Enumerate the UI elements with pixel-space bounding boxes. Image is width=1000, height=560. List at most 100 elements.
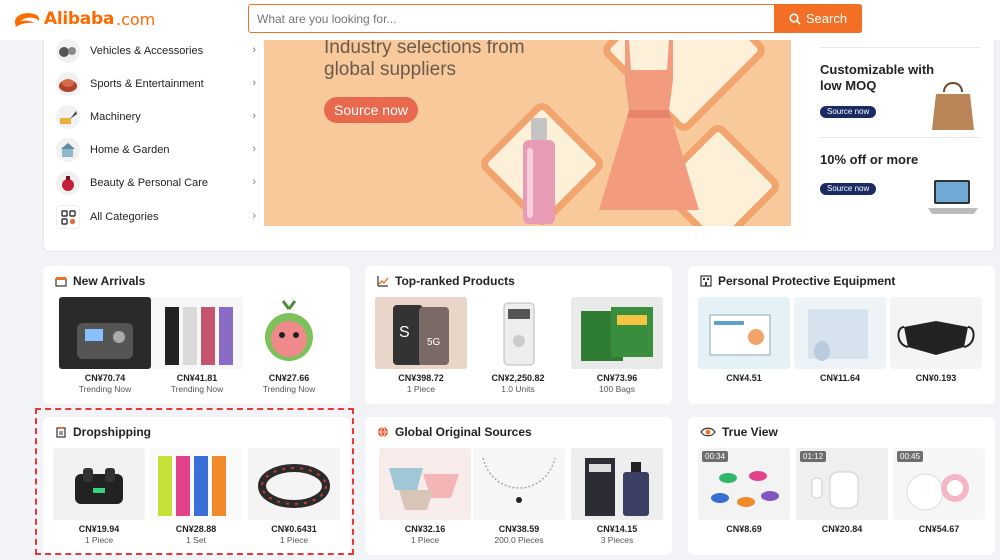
product-item[interactable]: CN¥11.64 [794, 297, 886, 383]
promo-source-now-button[interactable]: Source now [820, 106, 877, 118]
trending-chart-icon [377, 276, 389, 287]
smartphone-image: S 5G [375, 297, 467, 369]
logo-domain: .com [116, 9, 156, 29]
card-title[interactable]: True View [700, 425, 778, 439]
product-subtext: 200.0 Pieces [494, 535, 544, 545]
product-price: CN¥54.67 [918, 524, 960, 534]
product-item[interactable]: S 5G CN¥398.72 1 Piece [375, 297, 467, 394]
car-icon [56, 39, 80, 63]
card-ppe: Personal Protective Equipment CN¥4.51 CN… [688, 266, 995, 404]
card-title[interactable]: Top-ranked Products [377, 274, 515, 288]
category-label: All Categories [90, 211, 159, 223]
product-price: CN¥4.51 [726, 373, 762, 383]
black-mask-image [890, 297, 982, 369]
video-duration-badge: 00:34 [702, 451, 729, 462]
category-label: Machinery [90, 111, 141, 123]
promo-title: 10% off or more [820, 152, 919, 167]
hero-panel: Vehicles & Accessories › Sports & Entert… [43, 38, 995, 252]
banner-source-now-button[interactable]: Source now [324, 97, 418, 123]
promo-customizable[interactable]: Customizable with low MOQ Source now [820, 47, 980, 131]
globe-icon [378, 426, 388, 438]
product-price: CN¥41.81 [176, 373, 218, 383]
product-price: CN¥38.59 [498, 524, 540, 534]
category-item-vehicles[interactable]: Vehicles & Accessories › [56, 38, 256, 64]
cologne-bottle-image [571, 448, 663, 520]
svg-text:S: S [399, 324, 410, 341]
product-item[interactable]: CN¥27.66 Trending Now [243, 297, 335, 394]
search-input[interactable] [249, 5, 775, 32]
video-duration-badge: 01:12 [800, 451, 827, 462]
product-item[interactable]: 01:12 CN¥20.84 [796, 448, 888, 534]
chevron-right-icon: › [252, 210, 256, 222]
promo-source-now-button[interactable]: Source now [820, 183, 877, 195]
category-item-sports[interactable]: Sports & Entertainment › [56, 71, 256, 97]
sports-icon [56, 72, 80, 96]
dropshipping-highlight-frame [35, 408, 354, 555]
product-subtext: 1.0 Units [501, 384, 535, 394]
card-title[interactable]: Global Original Sources [377, 425, 532, 439]
product-subtext: Trending Now [170, 384, 224, 394]
product-item[interactable]: CN¥4.51 [698, 297, 790, 383]
product-item[interactable]: CN¥41.81 Trending Now [151, 297, 243, 394]
card-title[interactable]: New Arrivals [55, 274, 145, 288]
product-subtext: 1 Piece [406, 384, 436, 394]
hero-banner[interactable]: Industry selections from global supplier… [264, 40, 791, 226]
grid-icon [56, 205, 80, 229]
search-button-label: Search [805, 11, 848, 26]
product-item[interactable]: 00:45 CN¥54.67 [893, 448, 985, 534]
product-item[interactable]: CN¥2,250.82 1.0 Units [472, 297, 564, 394]
plush-toy-image [243, 297, 335, 369]
product-item[interactable]: CN¥0.193 [890, 297, 982, 383]
product-price: CN¥27.66 [268, 373, 310, 383]
machinery-icon [56, 105, 80, 129]
chevron-right-icon: › [252, 176, 256, 188]
alibaba-logo[interactable]: Alibaba .com [12, 6, 155, 32]
product-price: CN¥32.16 [404, 524, 446, 534]
building-icon [700, 275, 712, 287]
category-item-home-garden[interactable]: Home & Garden › [56, 137, 256, 163]
jumpsuit-outfits-image [151, 297, 243, 369]
mask-box-image [698, 297, 790, 369]
card-title-text: True View [722, 425, 778, 439]
seed-bags-image [571, 297, 663, 369]
card-true-view: True View 00:34 CN¥8.69 01:12 CN¥20.84 0… [688, 417, 995, 555]
alibaba-logo-icon [14, 13, 40, 27]
chevron-right-icon: › [252, 143, 256, 155]
promo-discount[interactable]: 10% off or more Source now [820, 137, 980, 221]
product-subtext: 3 Pieces [600, 535, 634, 545]
category-label: Home & Garden [90, 144, 170, 156]
card-title-text: New Arrivals [73, 274, 146, 288]
product-item[interactable]: CN¥14.15 3 Pieces [571, 448, 663, 545]
product-item[interactable]: CN¥70.74 Trending Now [59, 297, 151, 394]
logo-text: Alibaba [44, 9, 114, 29]
card-title-text: Global Original Sources [395, 425, 532, 439]
product-item[interactable]: CN¥73.96 100 Bags [571, 297, 663, 394]
search-bar: Search [248, 4, 862, 33]
svg-text:5G: 5G [427, 337, 441, 348]
beauty-icon [56, 171, 80, 195]
product-item[interactable]: CN¥32.16 1 Piece [379, 448, 471, 545]
search-button[interactable]: Search [774, 4, 862, 33]
product-item[interactable]: 00:34 CN¥8.69 [698, 448, 790, 534]
product-subtext: 100 Bags [599, 384, 635, 394]
card-title[interactable]: Personal Protective Equipment [700, 274, 895, 288]
category-item-beauty[interactable]: Beauty & Personal Care › [56, 170, 256, 196]
product-price: CN¥0.193 [915, 373, 957, 383]
card-global-original-sources: Global Original Sources CN¥32.16 1 Piece… [365, 417, 672, 555]
product-item[interactable]: CN¥38.59 200.0 Pieces [473, 448, 565, 545]
gift-box-icon [55, 277, 67, 287]
dress-image [599, 40, 699, 210]
product-subtext: 1 Piece [410, 535, 440, 545]
home-icon [56, 138, 80, 162]
category-label: Beauty & Personal Care [90, 177, 209, 189]
category-item-machinery[interactable]: Machinery › [56, 104, 256, 130]
product-price: CN¥14.15 [596, 524, 638, 534]
product-price: CN¥398.72 [398, 373, 444, 383]
beauty-device-image: 00:45 [893, 448, 985, 520]
card-top-ranked: Top-ranked Products S 5G CN¥398.72 1 Piec… [365, 266, 672, 404]
category-item-all[interactable]: All Categories › [56, 204, 256, 230]
product-price: CN¥11.64 [819, 373, 861, 383]
eye-icon [700, 427, 716, 437]
category-label: Vehicles & Accessories [90, 45, 204, 57]
laptop-image [928, 180, 978, 214]
